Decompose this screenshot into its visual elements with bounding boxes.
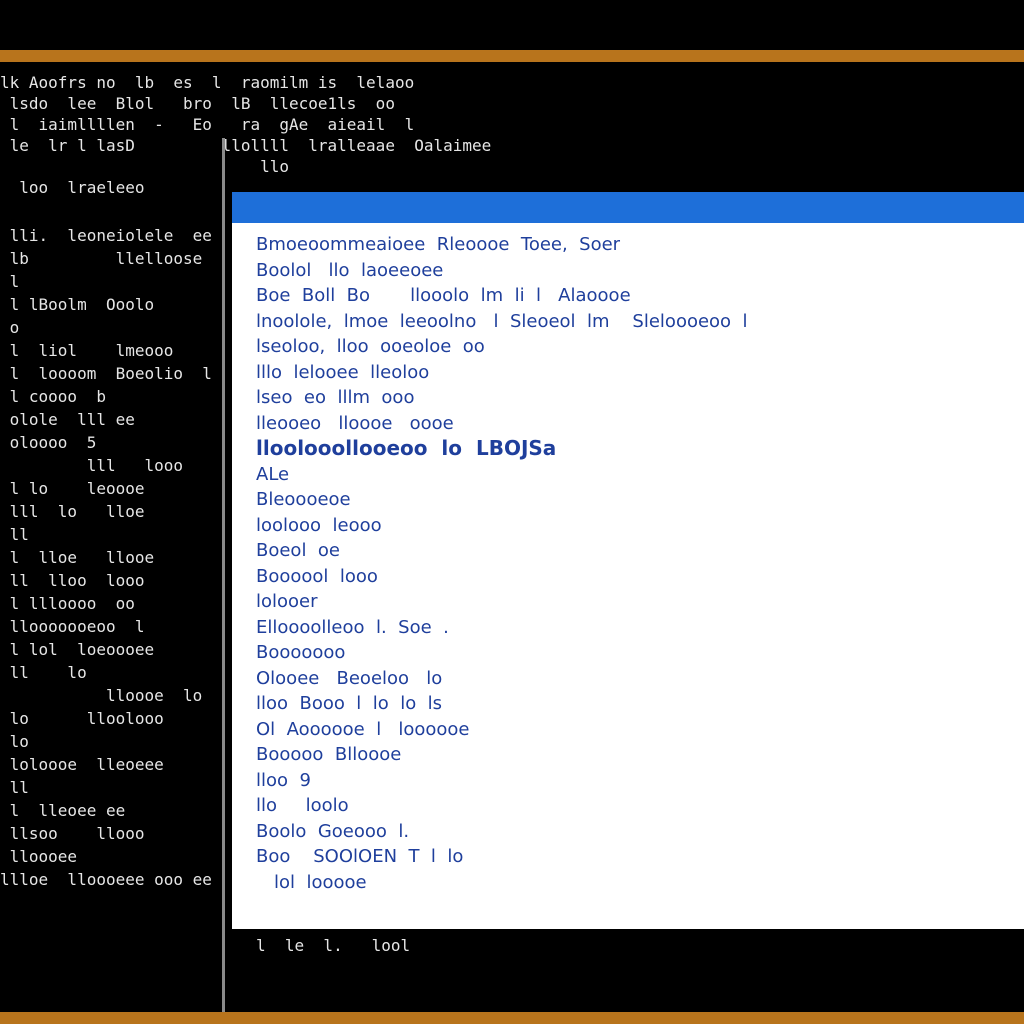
dialog-text-line: Boolol llo laoeeoee (256, 259, 444, 281)
terminal-output-line: l coooo b (0, 387, 106, 406)
terminal-output-line: lll looo (0, 456, 184, 475)
terminal-output-line: l loooom Boeolio l (0, 364, 212, 383)
dialog-text-line: Elloooolleoo l. Soe . (256, 616, 449, 638)
terminal-output-line: llo (0, 157, 289, 176)
dialog-text-line: loolooo leooo (256, 514, 382, 536)
terminal-output-line: ll lloo looo (0, 571, 145, 590)
terminal-output-line: llooooooeoo l (0, 617, 145, 636)
dialog-text-line: Boo SOOlOEN T l lo (256, 846, 464, 867)
frame-bar-bottom (0, 1012, 1024, 1024)
terminal-output-line: l lloe llooe (0, 548, 155, 567)
dialog-text-line: Booooo Blloooe (256, 744, 402, 765)
dialog-text-line: ALe (256, 463, 290, 485)
terminal-output-line: llloe lloooeee ooo ee (0, 870, 212, 889)
terminal-output-line: o (0, 318, 20, 337)
terminal-output-line: l lleoee ee (0, 801, 126, 820)
dialog-text-line: lllo lelooee lleoloo (256, 361, 430, 383)
terminal-output-line: ll lo (0, 663, 87, 682)
terminal-output-line: lloooe lo (0, 686, 203, 705)
dialog-text-line: Boolo Goeooo l. (256, 820, 410, 842)
dialog-text-line: Boooool looo (256, 565, 378, 587)
terminal-output-line: lloooee (0, 847, 78, 866)
dialog-text-line: Olooee Beoeloo lo (256, 667, 443, 689)
terminal-output-line: l liol lmeooo (0, 341, 174, 360)
dialog-text-line: lloo 9 (256, 769, 311, 791)
terminal-output-line: le lr l lasD llollll lralleaae Oalaimee (0, 136, 492, 155)
dialog-text-line: lleooeo lloooe oooe (256, 412, 454, 434)
dialog-text-line: lloo Booo l lo lo ls (256, 693, 443, 714)
terminal-left-pane: lli. leoneiolele ee lb llelloose l l lBo… (0, 224, 220, 914)
dialog-text-line: lol looooe (274, 871, 367, 893)
dialog-text-line: lseoloo, lloo ooeoloe oo (256, 336, 485, 357)
dialog-window[interactable]: Bmoeoommeaioee Rleoooe Toee, Soer Boolol … (232, 192, 1024, 929)
terminal-output-line: l lBoolm Ooolo (0, 295, 155, 314)
terminal-output-line: ll (0, 778, 29, 797)
terminal-output-line: olole lll ee (0, 410, 135, 429)
terminal-output-line: l iaimllllen - Eo ra gAe aieail l (0, 115, 415, 134)
terminal-output-line: lk Aoofrs no lb es l raomilm is lelaoo (0, 73, 415, 92)
dialog-text-line: Boeol oe (256, 540, 340, 561)
terminal-output-line: llsoo llooo (0, 824, 145, 843)
dialog-text-line: lloolooollooeoo lo LBOJSa (256, 436, 557, 460)
terminal-output-line: lll lo lloe (0, 502, 145, 521)
dialog-text-line: Booooooo (256, 642, 346, 663)
terminal-output-line: ll (0, 525, 29, 544)
dialog-title-bar[interactable] (232, 192, 1024, 223)
terminal-output-line: oloooo 5 (0, 433, 97, 452)
terminal-output-line: l lo leoooe (0, 479, 145, 498)
terminal-output-line: lo (0, 732, 29, 751)
screen: lk Aoofrs no lb es l raomilm is lelaoo l… (0, 0, 1024, 1024)
dialog-text-line: Bmoeoommeaioee Rleoooe Toee, Soer (256, 234, 621, 255)
terminal-output-line: l (0, 272, 20, 291)
frame-bar-top (0, 50, 1024, 62)
terminal-window[interactable]: lk Aoofrs no lb es l raomilm is lelaoo l… (0, 62, 1024, 1018)
dialog-text-line: lolooer (256, 591, 318, 612)
terminal-output-line: l llloooo oo (0, 594, 135, 613)
terminal-output-line: lsdo lee Blol bro lB llecoe1ls oo (0, 94, 395, 113)
dialog-content: Bmoeoommeaioee Rleoooe Toee, Soer Boolol … (256, 232, 1016, 895)
dialog-text-line: lseo eo lllm ooo (256, 387, 415, 408)
dialog-text-line: Ol Aoooooe l loooooe (256, 718, 470, 740)
terminal-output-line: lb llelloose (0, 249, 203, 268)
dialog-text-line: Bleoooeoe (256, 489, 351, 510)
dialog-text-line: llo loolo (256, 795, 349, 816)
terminal-output-line: lli. leoneiolele ee (0, 226, 212, 245)
terminal-output-line: loloooe lleoeee (0, 755, 164, 774)
terminal-header-output: lk Aoofrs no lb es l raomilm is lelaoo l… (0, 72, 520, 198)
terminal-footer-line: l le l. lool (256, 936, 411, 955)
dialog-text-line: Boe Boll Bo llooolo lm li l Alaoooe (256, 285, 631, 306)
pane-divider[interactable] (222, 138, 225, 1018)
dialog-text-line: lnoolole, lmoe leeoolno l Sleoeol lm Sle… (256, 310, 748, 332)
terminal-output-line: lo lloolooo (0, 709, 164, 728)
terminal-output-line: l lol loeoooee (0, 640, 155, 659)
